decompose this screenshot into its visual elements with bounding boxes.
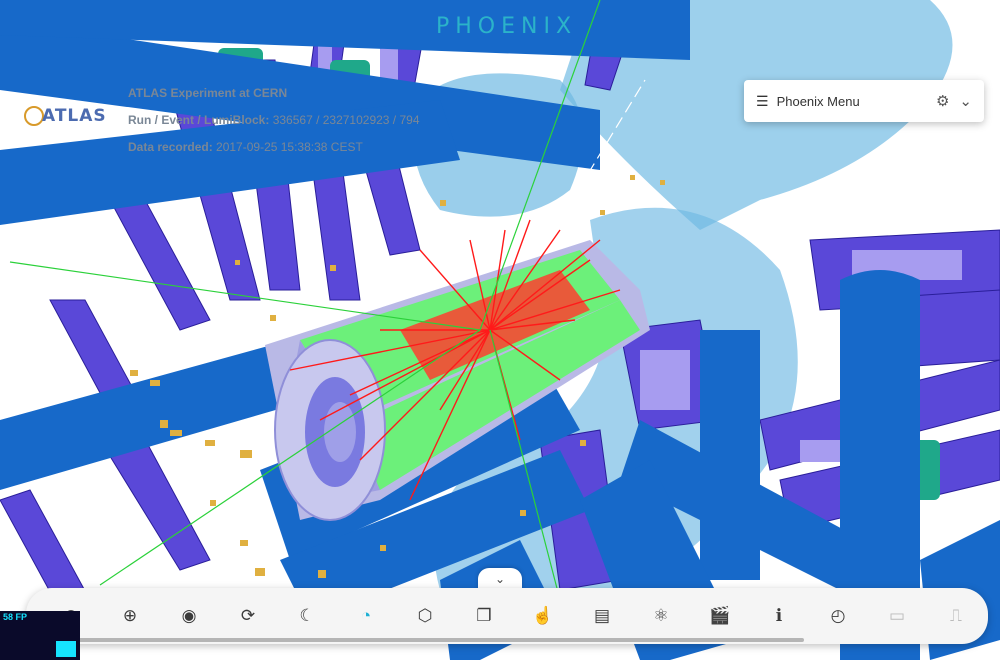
run-event-info: Run / Event / LumiBlock: 336567 / 232710… xyxy=(128,113,420,127)
zoom-in-button[interactable]: ⊕ xyxy=(115,602,145,630)
camera-angle-icon: ◔ xyxy=(360,606,372,625)
toolbar-collapse-button[interactable]: ⌄ xyxy=(478,568,522,590)
info-panel-icon: ▤ xyxy=(593,606,611,625)
eye-button[interactable]: ◉ xyxy=(174,602,204,630)
atom-button[interactable]: ⚛ xyxy=(646,602,676,630)
info-icon: ℹ xyxy=(775,606,783,625)
object-select-icon: ☝ xyxy=(532,606,554,625)
rotate-button[interactable]: ⟳ xyxy=(233,602,263,630)
ar-button[interactable]: ⎍ xyxy=(941,602,971,630)
performance-icon: ◴ xyxy=(830,606,846,625)
dark-mode-icon: ☾ xyxy=(299,606,315,625)
cube-button[interactable]: ⬡ xyxy=(410,602,440,630)
atlas-logo: ATLAS xyxy=(24,104,106,134)
phoenix-menu-title: Phoenix Menu xyxy=(776,93,860,109)
object-select-button[interactable]: ☝ xyxy=(528,602,558,630)
camera-angle-button[interactable]: ◔ xyxy=(351,602,381,630)
fps-graph xyxy=(56,641,76,657)
rotate-icon: ⟳ xyxy=(240,606,256,625)
vr-button[interactable]: ▭ xyxy=(882,602,912,630)
ui-toolbar: ⊖⊕◉⟳☾◔⬡❐☝▤⚛🎬ℹ◴▭⎍ xyxy=(26,588,988,644)
eye-icon: ◉ xyxy=(181,606,197,625)
fps-stats-panel[interactable]: 58 FP xyxy=(0,611,80,660)
chevron-down-icon[interactable]: ⌄ xyxy=(959,92,972,110)
overlay-icon: ❐ xyxy=(476,606,492,625)
info-panel-button[interactable]: ▤ xyxy=(587,602,617,630)
dark-mode-button[interactable]: ☾ xyxy=(292,602,322,630)
toolbar-scrollbar[interactable] xyxy=(28,638,804,642)
atlas-globe-icon xyxy=(24,106,44,126)
event-info-overlay: ATLAS Experiment at CERN Run / Event / L… xyxy=(128,80,420,161)
animate-icon: 🎬 xyxy=(709,606,731,625)
overlay-button[interactable]: ❐ xyxy=(469,602,499,630)
phoenix-brand-logo: PHOENIX xyxy=(436,14,578,39)
animate-button[interactable]: 🎬 xyxy=(705,602,735,630)
vr-icon: ▭ xyxy=(888,606,906,625)
fps-label: 58 FP xyxy=(3,612,28,622)
experiment-name: ATLAS Experiment at CERN xyxy=(128,86,288,100)
gear-icon[interactable]: ⚙ xyxy=(936,92,949,110)
cube-icon: ⬡ xyxy=(417,606,433,625)
performance-button[interactable]: ◴ xyxy=(823,602,853,630)
ar-icon: ⎍ xyxy=(950,606,962,625)
zoom-in-icon: ⊕ xyxy=(122,606,138,625)
phoenix-menu[interactable]: ☰ Phoenix Menu ⚙ ⌄ xyxy=(744,80,984,122)
atom-icon: ⚛ xyxy=(653,606,669,625)
list-icon: ☰ xyxy=(756,92,769,109)
chevron-down-icon: ⌄ xyxy=(494,572,506,586)
info-button[interactable]: ℹ xyxy=(764,602,794,630)
data-recorded-info: Data recorded: 2017-09-25 15:38:38 CEST xyxy=(128,140,363,154)
atlas-logo-text: ATLAS xyxy=(42,106,107,126)
